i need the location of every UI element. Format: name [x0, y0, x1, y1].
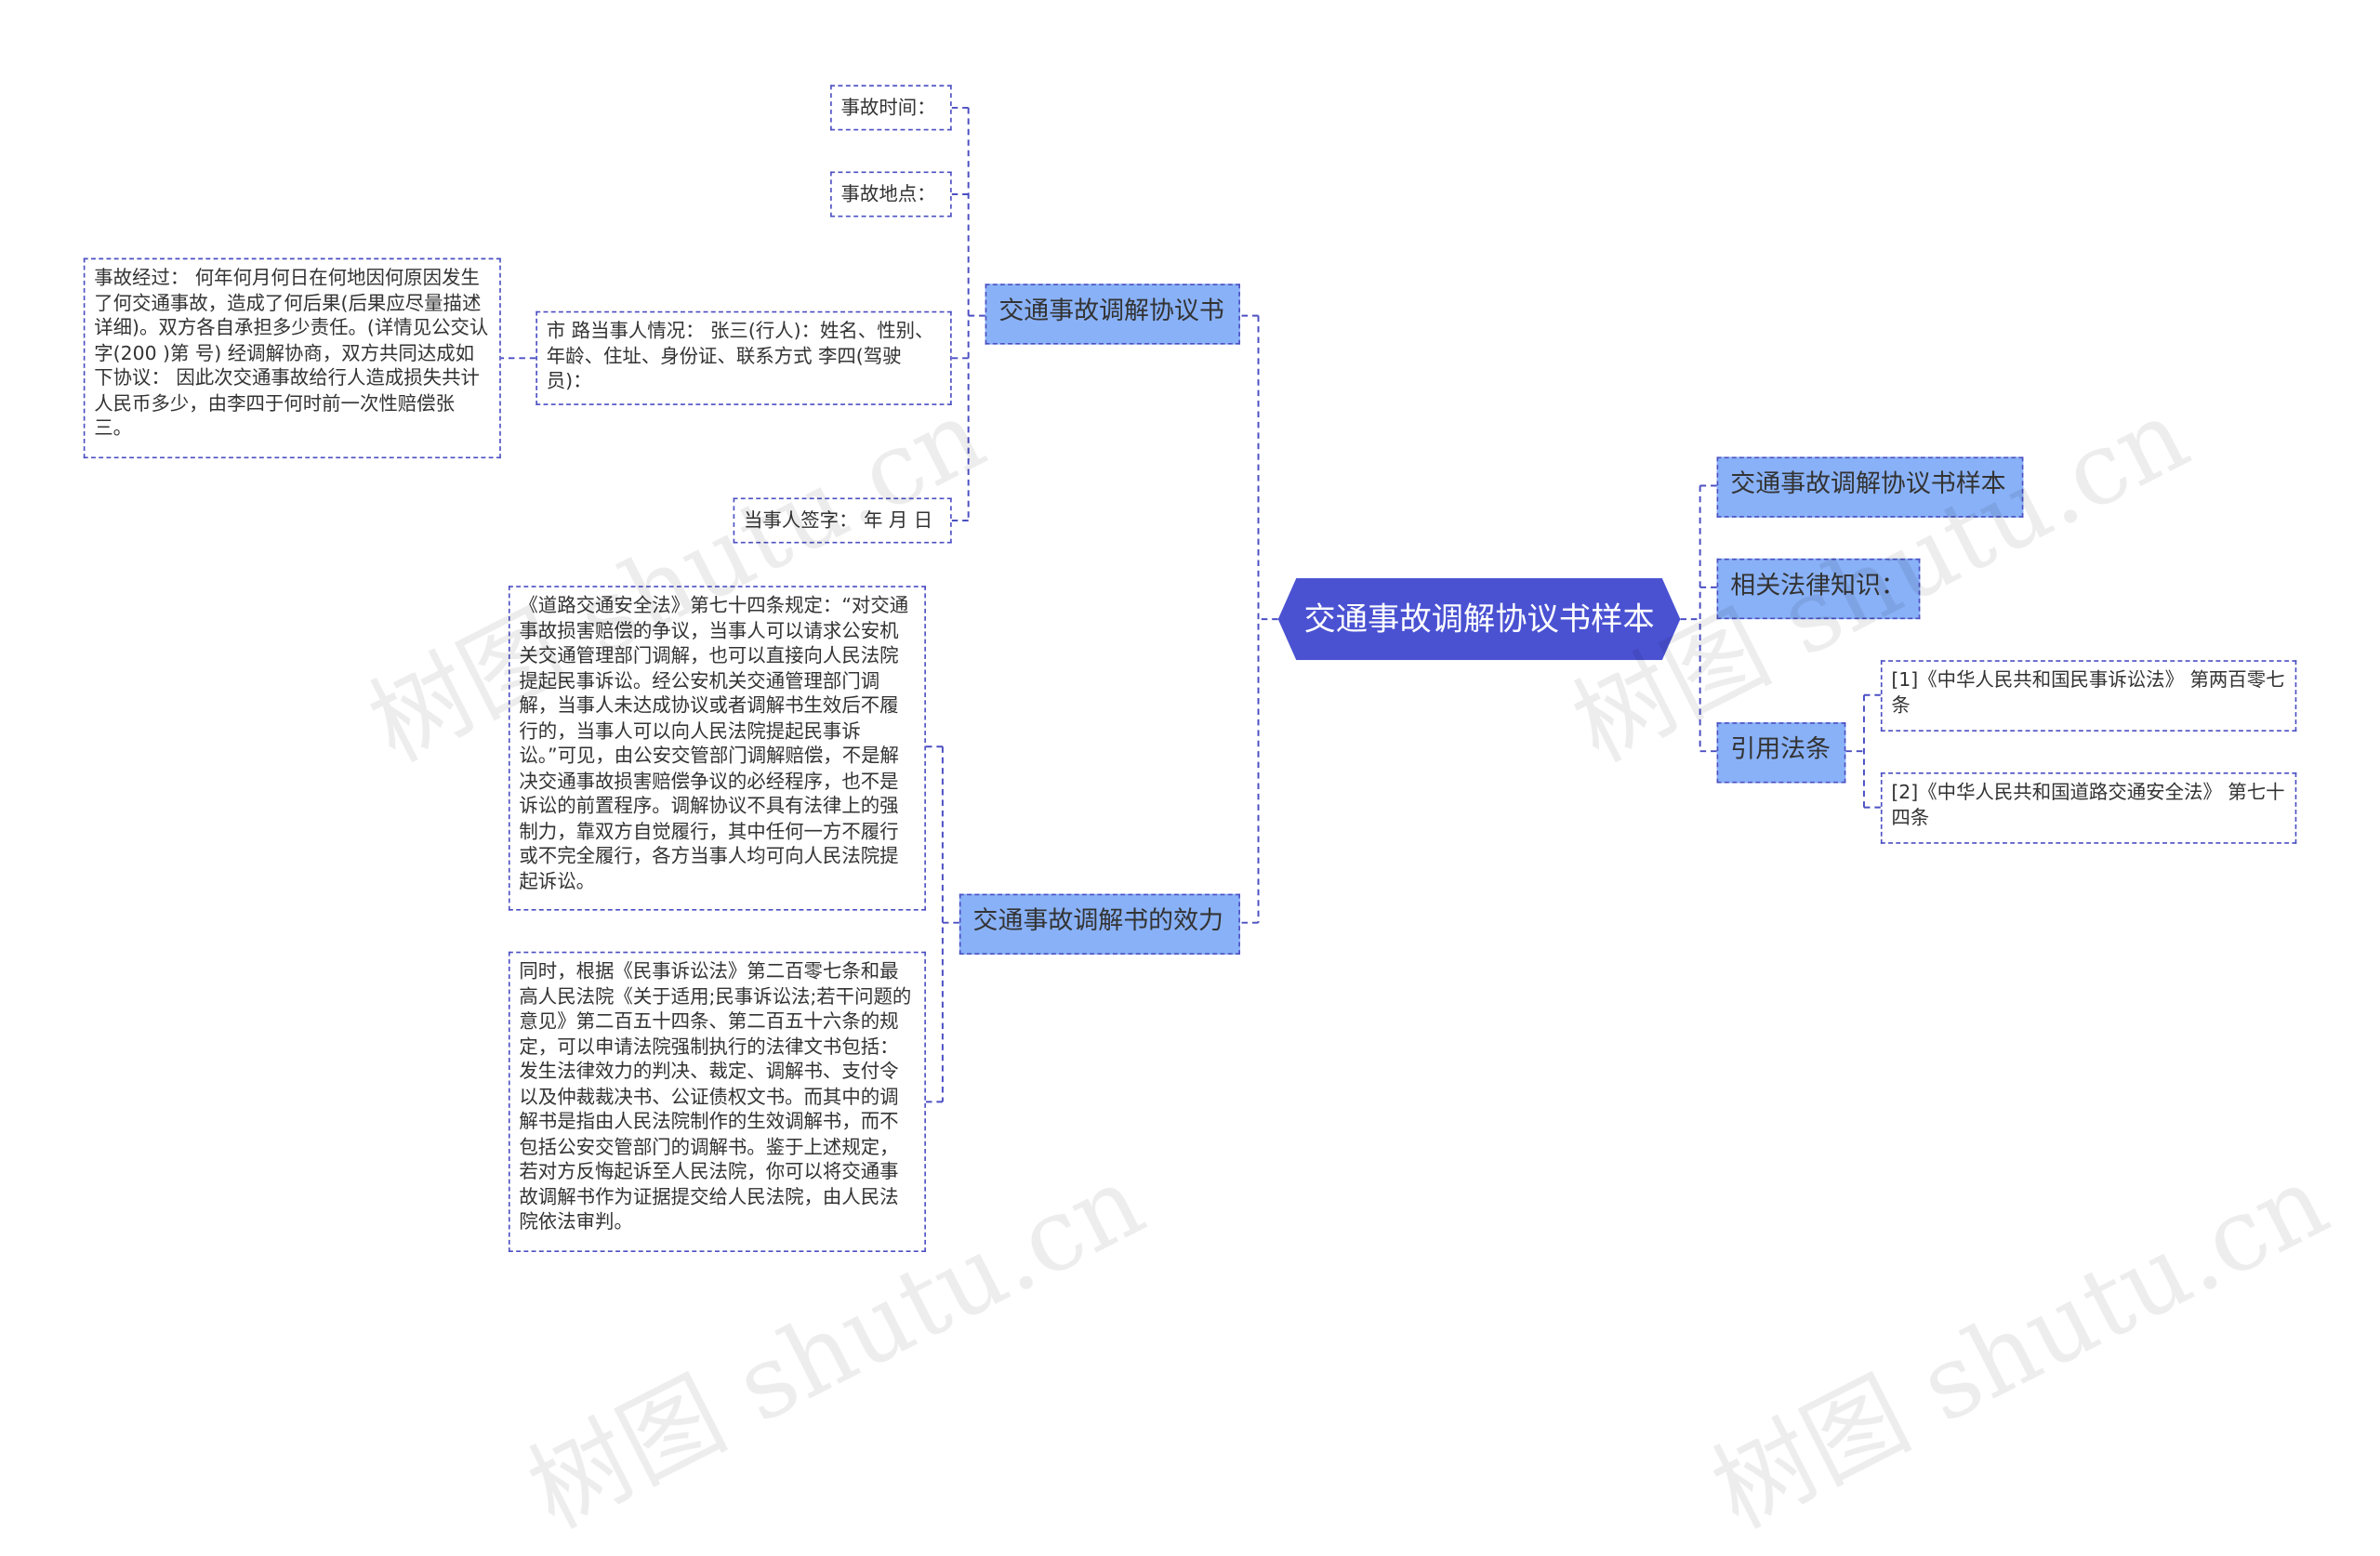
leaf-accident-time[interactable]: 事故时间： — [830, 85, 952, 131]
leaf-cite-2[interactable]: [2]《中华人民共和国道路交通安全法》 第七十四条 — [1880, 772, 2297, 844]
leaf-cite-1[interactable]: [1]《中华人民共和国民事诉讼法》 第两百零七条 — [1880, 660, 2297, 732]
mindmap-canvas: 交通事故调解协议书样本 交通事故调解协议书 交通事故调解书的效力 交通事故调解协… — [0, 0, 2380, 1551]
leaf-accident-place[interactable]: 事故地点： — [830, 171, 952, 218]
leaf-effect-2[interactable]: 同时，根据《民事诉讼法》第二百零七条和最高人民法院《关于适用;民事诉讼法;若干问… — [508, 951, 926, 1252]
branch-agreement[interactable]: 交通事故调解协议书 — [985, 284, 1240, 345]
leaf-accident-process[interactable]: 事故经过： 何年何月何日在何地因何原因发生了何交通事故，造成了何后果(后果应尽量… — [83, 257, 501, 459]
branch-cite[interactable]: 引用法条 — [1716, 722, 1846, 784]
branch-effect[interactable]: 交通事故调解书的效力 — [959, 893, 1240, 955]
